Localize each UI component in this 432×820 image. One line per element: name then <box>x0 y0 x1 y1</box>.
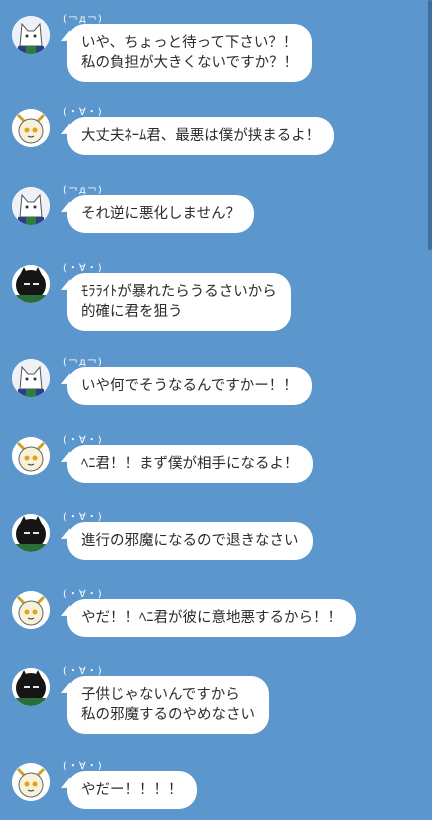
sender-name: (・∀・) <box>63 761 103 772</box>
yellow-cat-avatar[interactable] <box>12 591 50 629</box>
sender-name: (・∀・) <box>63 107 103 118</box>
sender-name: (￢д￢) <box>63 185 103 196</box>
sender-name: (￢д￢) <box>63 357 103 368</box>
yellow-cat-avatar[interactable] <box>12 437 50 475</box>
yellow-cat-avatar[interactable] <box>12 109 50 147</box>
sender-name: (￢д￢) <box>63 14 103 25</box>
message-bubble[interactable]: 子供じゃないんですから 私の邪魔するのやめなさい <box>67 676 269 734</box>
yellow-cat-avatar[interactable] <box>12 763 50 801</box>
black-cat-avatar[interactable] <box>12 265 50 303</box>
message-bubble[interactable]: 大丈夫ﾈｰﾑ君、最悪は僕が挟まるよ！ <box>67 117 335 155</box>
sender-name: (・∀・) <box>63 589 103 600</box>
scrollbar[interactable] <box>428 0 432 250</box>
white-cat-avatar[interactable] <box>12 16 50 54</box>
black-cat-avatar[interactable] <box>12 514 50 552</box>
message-bubble[interactable]: ﾓﾗﾗｲﾄが暴れたらうるさいから 的確に君を狙う <box>67 273 291 331</box>
sender-name: (・∀・) <box>63 512 103 523</box>
sender-name: (・∀・) <box>63 263 103 274</box>
message-bubble[interactable]: いや何でそうなるんですかー！！ <box>67 367 312 405</box>
message-bubble[interactable]: やだー！！！！ <box>67 771 197 809</box>
message-bubble[interactable]: やだ！！ﾍﾆ君が彼に意地悪するから！！ <box>67 599 356 637</box>
sender-name: (・∀・) <box>63 435 103 446</box>
message-bubble[interactable]: それ逆に悪化しません？ <box>67 195 255 233</box>
message-bubble[interactable]: ﾍﾆ君！！まず僕が相手になるよ！ <box>67 445 313 483</box>
white-cat-avatar[interactable] <box>12 187 50 225</box>
sender-name: (・∀・) <box>63 666 103 677</box>
message-bubble[interactable]: 進行の邪魔になるので退きなさい <box>67 522 313 560</box>
black-cat-avatar[interactable] <box>12 668 50 706</box>
white-cat-avatar[interactable] <box>12 359 50 397</box>
message-bubble[interactable]: いや、ちょっと待って下さい？！ 私の負担が大きくないですか？！ <box>67 24 313 82</box>
